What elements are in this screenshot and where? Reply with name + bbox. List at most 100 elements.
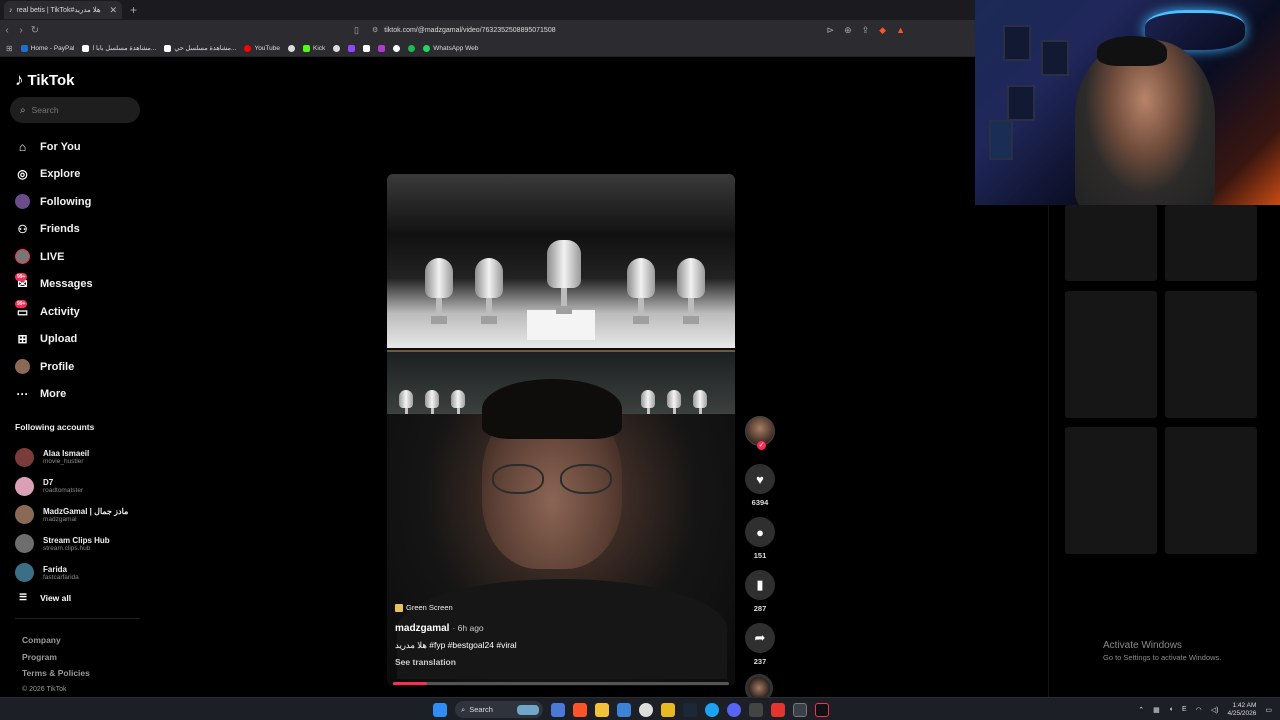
bookmark-item[interactable]: [393, 44, 401, 52]
green-screen-tag[interactable]: Green Screen: [395, 603, 725, 612]
account-item[interactable]: Farida fastcarfarida: [15, 558, 145, 587]
bookmark-item[interactable]: مشاهدة مسلسل حي...: [164, 44, 236, 52]
account-item[interactable]: Alaa Ismaeil movie_hustler: [15, 443, 145, 472]
active-app-icon[interactable]: [793, 702, 807, 717]
video-player[interactable]: Green Screen madzgamal · 6h ago هلا مدري…: [387, 174, 735, 686]
tiktok-favicon-icon: ♪: [9, 6, 13, 14]
bookmark-item[interactable]: [288, 44, 295, 52]
browser-tab[interactable]: ♪ real betis | TikTok#هلا مدريد ✕: [4, 1, 122, 19]
tray-chevron-icon[interactable]: ⌃: [1138, 706, 1144, 714]
brave-rewards-icon[interactable]: ▲: [896, 25, 905, 35]
obs-icon[interactable]: [749, 702, 763, 717]
author-name[interactable]: madzgamal: [395, 623, 449, 634]
volume-icon[interactable]: ◁): [1211, 706, 1219, 714]
nav-explore[interactable]: ◎ Explore: [15, 161, 145, 189]
bookmark-item[interactable]: YouTube: [244, 44, 280, 52]
bookmark-label: YouTube: [254, 44, 280, 52]
nav-profile[interactable]: Profile: [15, 353, 145, 381]
forward-icon[interactable]: ›: [14, 25, 28, 36]
nav-following[interactable]: Following: [15, 188, 145, 216]
grid-tile[interactable]: [1165, 427, 1257, 554]
account-item[interactable]: MadzGamal | مادز جمال madzgamal: [15, 501, 145, 530]
video-caption: هلا مدريد #fyp #bestgoal24 #viral: [395, 640, 517, 650]
tiktok-app-icon[interactable]: [815, 702, 829, 717]
grid-tile[interactable]: [1065, 291, 1157, 418]
wifi-icon[interactable]: ◠: [1196, 706, 1202, 714]
bookmark-item[interactable]: [408, 44, 416, 52]
url-field[interactable]: ⚙ tiktok.com/@madzgamal/video/7632352508…: [372, 20, 556, 40]
bookmark-item[interactable]: مشاهدة مسلسل بابا ا...: [82, 44, 156, 52]
bookmark-item[interactable]: [348, 44, 356, 52]
bookmark-item[interactable]: [333, 44, 341, 52]
language-indicator[interactable]: E: [1182, 706, 1187, 713]
view-all-button[interactable]: ☰ View all: [19, 592, 71, 603]
creator-avatar[interactable]: ✓: [745, 416, 775, 450]
chrome-icon[interactable]: [639, 702, 653, 717]
footer-company-link[interactable]: Company: [22, 632, 90, 649]
start-icon[interactable]: [433, 702, 447, 717]
new-tab-icon[interactable]: +: [130, 3, 137, 17]
site-info-icon[interactable]: ⚙: [372, 26, 378, 34]
account-item[interactable]: D7 roadtomatster: [15, 472, 145, 501]
video-actions: ✓ ♥ 6394 ● 151 ▮ 287 ➦ 237: [745, 416, 775, 702]
copilot-icon[interactable]: [551, 702, 565, 717]
close-tab-icon[interactable]: ✕: [109, 5, 117, 16]
nav-live[interactable]: LIVE: [15, 243, 145, 271]
account-item[interactable]: Stream Clips Hub stream.clips.hub: [15, 529, 145, 558]
nav-activity[interactable]: ▭ 99+ Activity: [15, 298, 145, 326]
search-placeholder: Search: [31, 105, 59, 115]
like-button[interactable]: ♥: [745, 464, 775, 494]
save-button[interactable]: ▮: [745, 570, 775, 600]
reload-icon[interactable]: ↻: [28, 25, 42, 36]
bookmark-item[interactable]: [378, 44, 386, 52]
footer-terms-link[interactable]: Terms & Policies: [22, 665, 90, 682]
apps-grid-icon[interactable]: ⊞: [6, 44, 13, 53]
author-line: madzgamal · 6h ago: [395, 623, 725, 634]
video-progress-bar[interactable]: [393, 682, 729, 685]
share-icon[interactable]: ⇪: [862, 25, 870, 36]
see-translation-link[interactable]: See translation: [395, 657, 725, 667]
nav-messages[interactable]: ✉ 99+ Messages: [15, 271, 145, 299]
view-all-label: View all: [40, 592, 72, 603]
app-icon[interactable]: [661, 702, 675, 717]
grid-tile[interactable]: [1065, 427, 1157, 554]
grid-tile[interactable]: [1165, 205, 1257, 281]
edge-icon[interactable]: [705, 702, 719, 717]
trophy-image: [627, 258, 655, 328]
steam-icon[interactable]: [683, 702, 697, 717]
nav-for-you[interactable]: ⌂ For You: [15, 133, 145, 161]
more-icon: ···: [16, 387, 29, 402]
creator-glasses: [492, 464, 612, 496]
grid-tile[interactable]: [1165, 291, 1257, 418]
bookmark-icon[interactable]: ▯: [354, 25, 359, 36]
grid-tile[interactable]: [1065, 205, 1157, 281]
search-input[interactable]: ⌕ Search: [10, 97, 140, 123]
nav-more[interactable]: ··· More: [15, 381, 145, 409]
bookmark-item[interactable]: [363, 44, 371, 52]
follow-plus-icon[interactable]: ✓: [757, 441, 766, 450]
share-button[interactable]: ➦: [745, 623, 775, 653]
network-icon[interactable]: ▦: [1153, 706, 1160, 714]
discord-icon[interactable]: [727, 702, 741, 717]
clock[interactable]: 1:42 AM 4/25/2026: [1227, 702, 1256, 718]
notifications-icon[interactable]: ▭: [1265, 706, 1272, 714]
tiktok-logo[interactable]: ♪ TikTok: [15, 70, 74, 90]
brave-icon[interactable]: [573, 702, 587, 717]
nav-upload[interactable]: ⊞ Upload: [15, 326, 145, 354]
comment-button[interactable]: ●: [745, 517, 775, 547]
mic-icon[interactable]: ◖: [1169, 706, 1173, 713]
taskbar-search[interactable]: ⌕ Search: [455, 701, 543, 718]
brave-shield-icon[interactable]: ◆: [879, 25, 886, 36]
app-icon[interactable]: [771, 702, 785, 717]
footer-program-link[interactable]: Program: [22, 649, 90, 666]
bookmark-item[interactable]: WhatsApp Web: [423, 44, 478, 52]
store-icon[interactable]: [617, 702, 631, 717]
bookmark-item[interactable]: Home - PayPal: [20, 44, 74, 52]
cast-icon[interactable]: ⊳: [827, 25, 835, 36]
file-explorer-icon[interactable]: [595, 702, 609, 717]
zoom-icon[interactable]: ⊕: [844, 25, 852, 36]
back-icon[interactable]: ‹: [0, 25, 14, 36]
video-info-overlay: Green Screen madzgamal · 6h ago هلا مدري…: [395, 603, 725, 667]
nav-friends[interactable]: ⚇ Friends: [15, 216, 145, 244]
bookmark-item[interactable]: Kick: [303, 44, 325, 52]
